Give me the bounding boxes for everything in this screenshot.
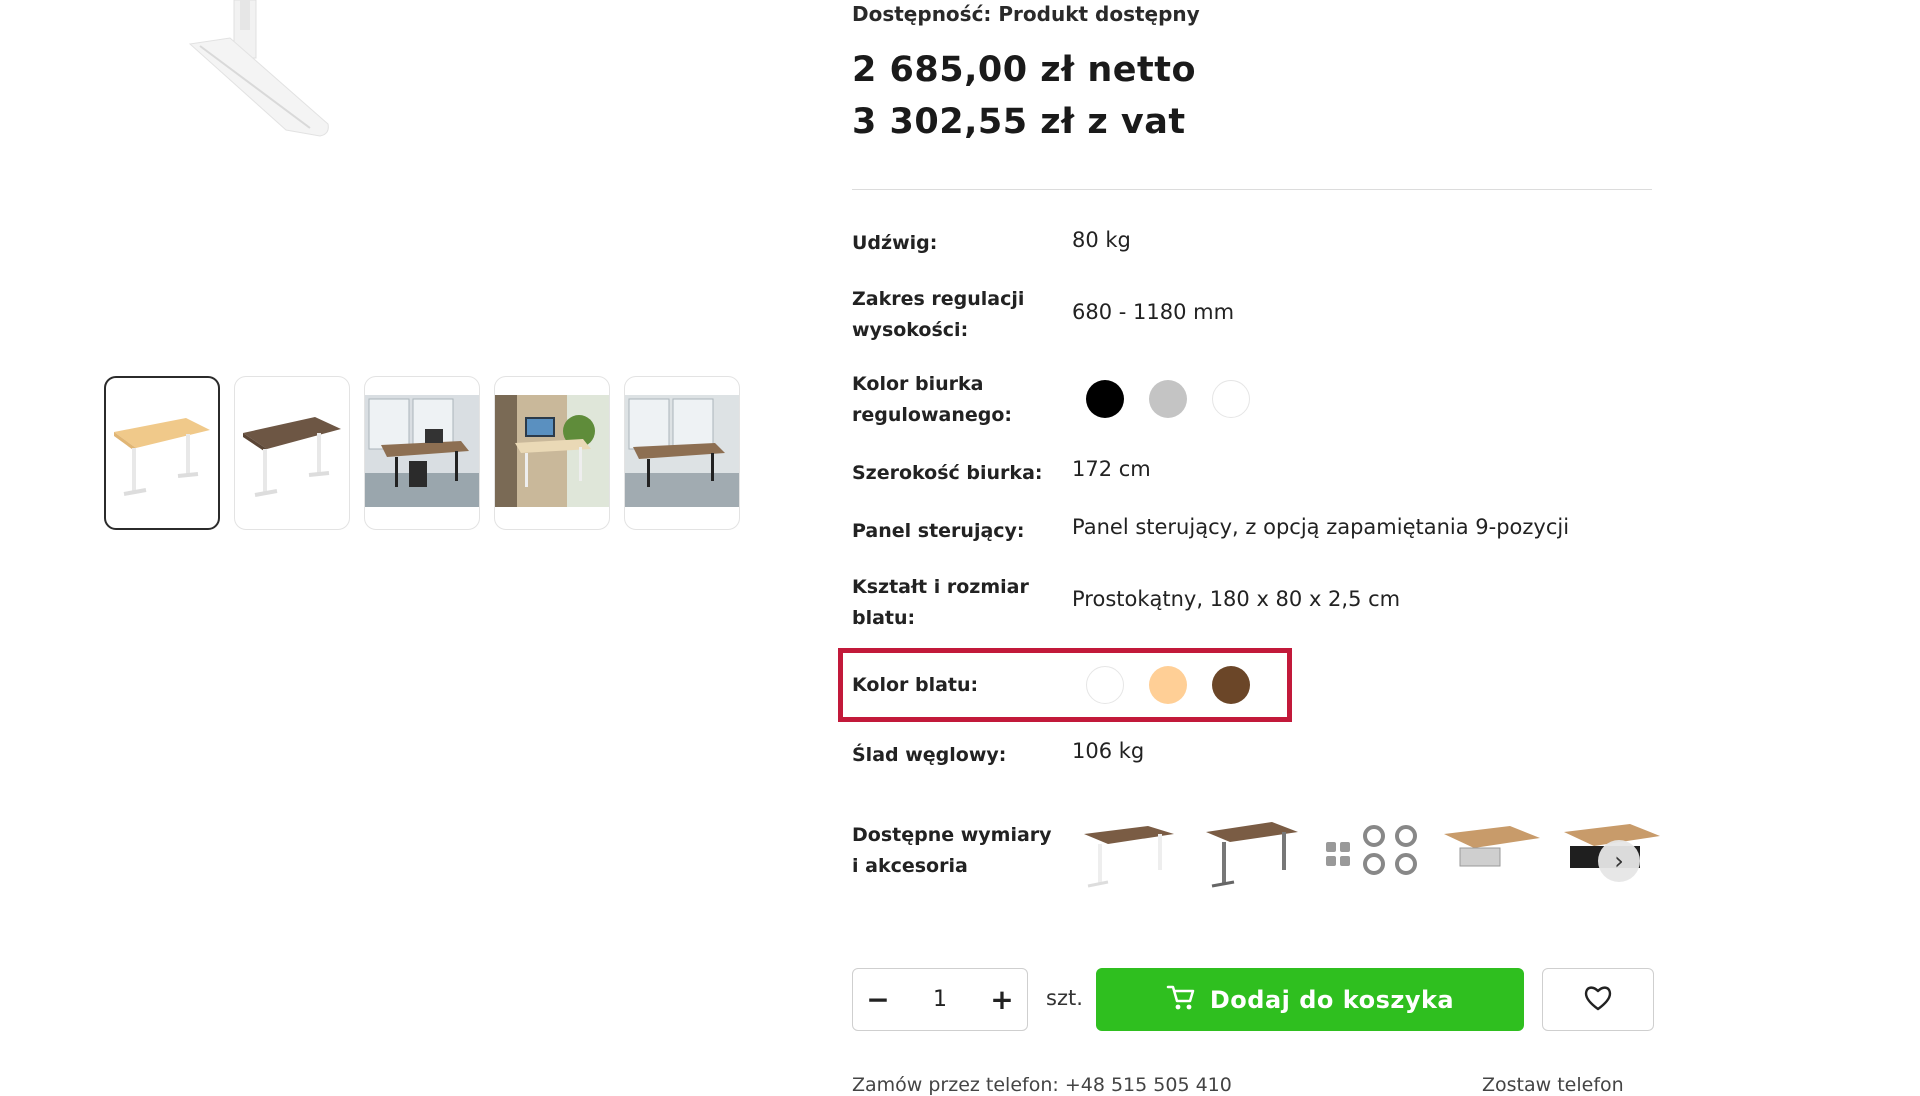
spec-value-desk-width: 172 cm bbox=[1072, 457, 1151, 481]
spec-label-frame-color: Kolor biurka regulowanego: bbox=[852, 373, 1012, 426]
cart-icon bbox=[1166, 983, 1196, 1017]
spec-label-top-color: Kolor blatu: bbox=[852, 674, 979, 696]
phone-order-text: Zamów przez telefon: +48 515 505 410 bbox=[852, 1074, 1232, 1096]
add-to-cart-label: Dodaj do koszyka bbox=[1209, 985, 1455, 1014]
availability-status: Dostępność: Produkt dostępny bbox=[852, 2, 1200, 26]
spec-label-control-panel: Panel sterujący: bbox=[852, 520, 1025, 542]
spec-label-capacity: Udźwig: bbox=[852, 232, 938, 254]
spec-value-height-range: 680 - 1180 mm bbox=[1072, 300, 1235, 324]
spec-label-carbon-footprint: Ślad węglowy: bbox=[852, 744, 1007, 766]
accessory-cable-tray[interactable] bbox=[1440, 806, 1544, 890]
wishlist-button[interactable] bbox=[1542, 968, 1654, 1031]
frame-color-swatch-white[interactable] bbox=[1212, 380, 1250, 418]
heart-icon bbox=[1583, 984, 1613, 1016]
main-product-image[interactable] bbox=[160, 0, 380, 140]
thumbnail-beech-desk[interactable] bbox=[104, 376, 220, 530]
thumbnail-strip: › bbox=[104, 376, 744, 534]
frame-color-swatch-black[interactable] bbox=[1086, 380, 1124, 418]
spec-value-top-shape: Prostokątny, 180 x 80 x 2,5 cm bbox=[1072, 587, 1401, 611]
leave-phone-link[interactable]: Zostaw telefon bbox=[1482, 1074, 1624, 1096]
quantity-input[interactable] bbox=[908, 986, 972, 1013]
spec-label-top-shape: Kształt i rozmiar blatu: bbox=[852, 576, 1029, 629]
accessory-walnut-desk-white-frame[interactable] bbox=[1078, 806, 1182, 890]
quantity-increase-button[interactable]: + bbox=[977, 969, 1027, 1030]
spec-value-control-panel: Panel sterujący, z opcją zapamiętania 9-… bbox=[1072, 515, 1570, 539]
accessory-castor-wheels[interactable] bbox=[1320, 806, 1424, 890]
accessories-next-arrow-icon[interactable]: › bbox=[1598, 840, 1640, 882]
spec-value-carbon-footprint: 106 kg bbox=[1072, 739, 1145, 763]
top-color-swatch-white[interactable] bbox=[1086, 666, 1124, 704]
quantity-decrease-button[interactable]: − bbox=[853, 969, 903, 1030]
quantity-unit: szt. bbox=[1046, 986, 1083, 1010]
thumbnail-office-photo-1[interactable] bbox=[364, 376, 480, 530]
spec-label-desk-width: Szerokość biurka: bbox=[852, 462, 1043, 484]
frame-color-swatch-grey[interactable] bbox=[1149, 380, 1187, 418]
price-gross: 3 302,55 zł z vat bbox=[852, 102, 1186, 142]
divider bbox=[852, 189, 1652, 190]
quantity-stepper: − + bbox=[852, 968, 1028, 1031]
top-color-swatch-beech[interactable] bbox=[1149, 666, 1187, 704]
spec-label-height-range: Zakres regulacji wysokości: bbox=[852, 288, 1025, 341]
spec-label-accessories: Dostępne wymiary i akcesoria bbox=[852, 824, 1052, 877]
spec-value-capacity: 80 kg bbox=[1072, 228, 1131, 252]
top-color-swatch-walnut[interactable] bbox=[1212, 666, 1250, 704]
price-net: 2 685,00 zł netto bbox=[852, 50, 1196, 90]
thumbnail-office-photo-3[interactable] bbox=[624, 376, 740, 530]
accessory-walnut-desk-grey-frame[interactable] bbox=[1200, 806, 1304, 890]
thumbnail-office-photo-2[interactable] bbox=[494, 376, 610, 530]
add-to-cart-button[interactable]: Dodaj do koszyka bbox=[1096, 968, 1524, 1031]
thumbnail-walnut-desk[interactable] bbox=[234, 376, 350, 530]
